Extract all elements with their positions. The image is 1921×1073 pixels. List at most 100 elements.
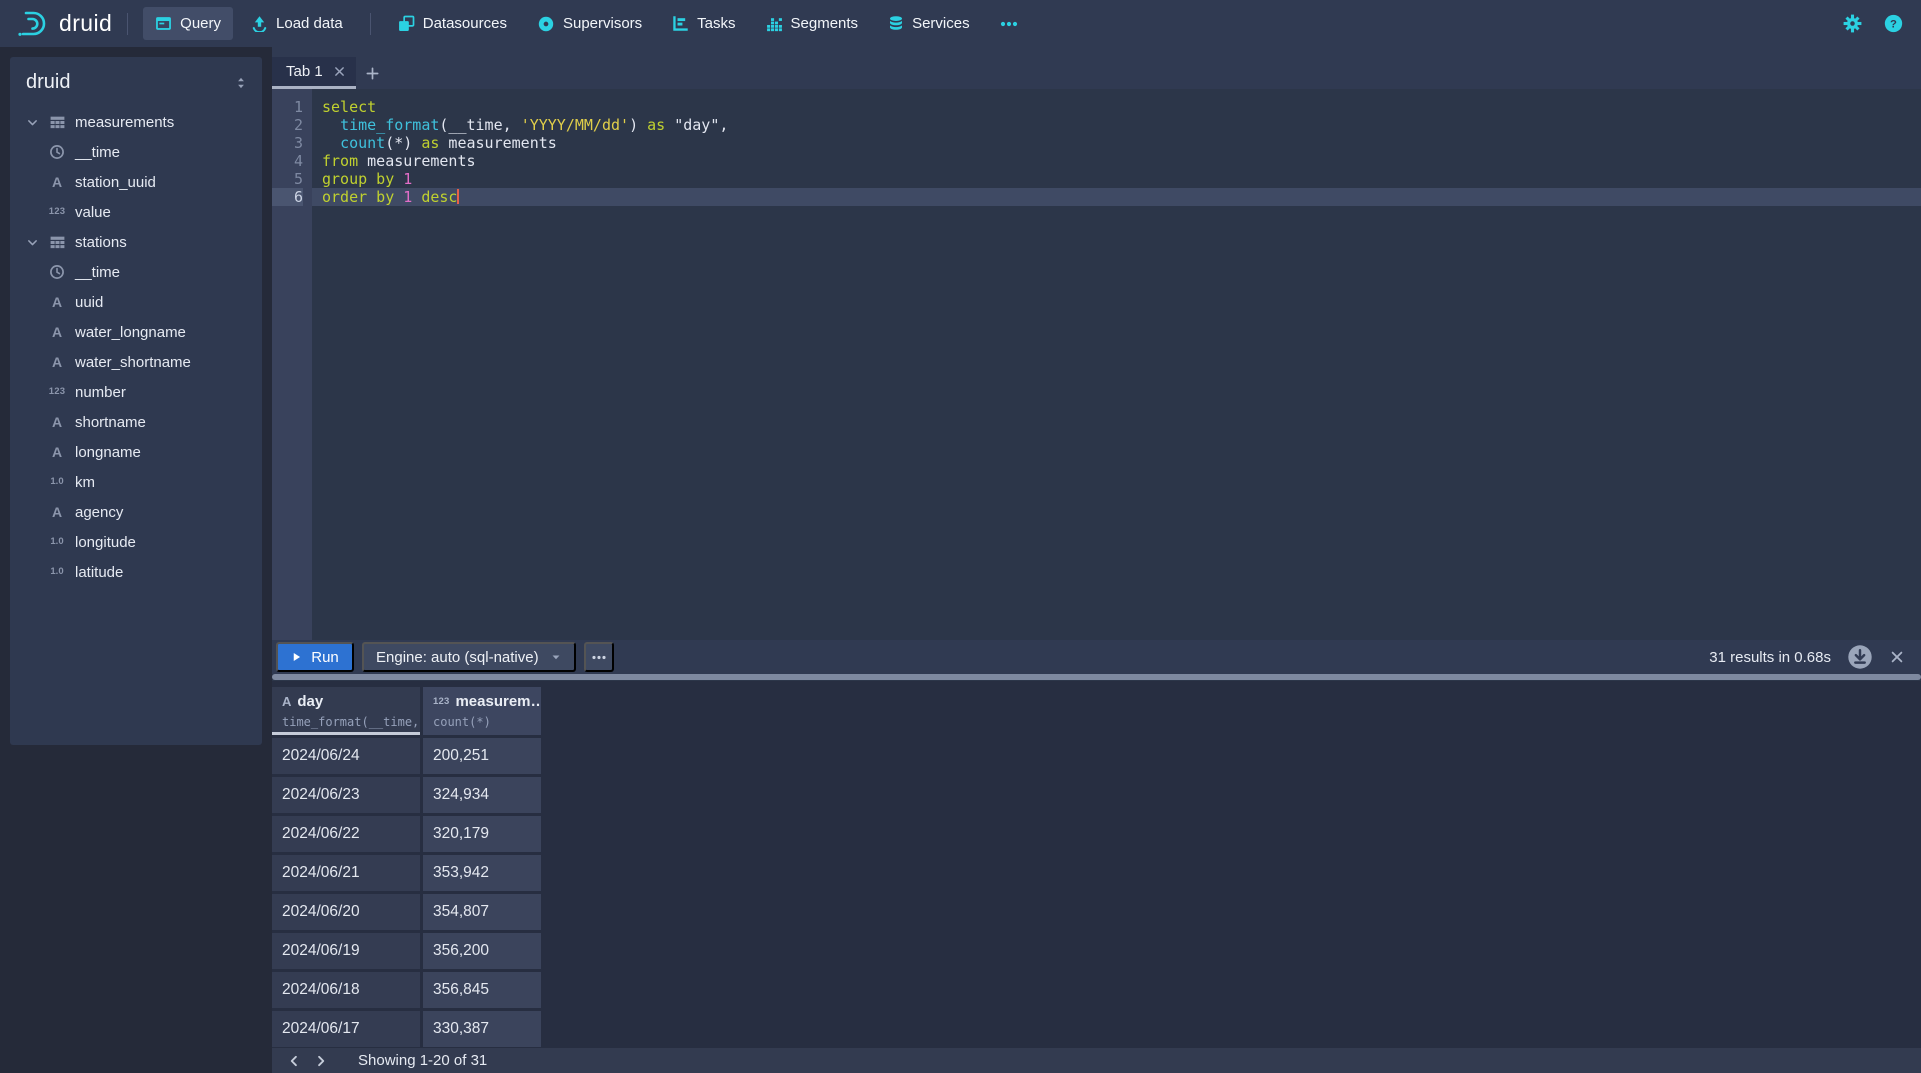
nav-item-services[interactable]: Services [876, 7, 982, 40]
tree-column-uuid[interactable]: Auuid [26, 287, 262, 317]
column-name: day [297, 693, 323, 710]
tree-table-measurements[interactable]: measurements [26, 107, 262, 137]
nav-items-right: Datasources Supervisors Tasks Segments S… [386, 7, 1030, 40]
editor-gutter: 123456 [272, 89, 312, 640]
tree-label: uuid [75, 294, 103, 311]
table-row: 2024/06/23324,934 [272, 777, 1921, 813]
druid-logo-icon [16, 9, 50, 39]
eye-icon [537, 15, 555, 33]
schema-sidebar: druid measurements __timeAstation_uuid12… [10, 57, 262, 745]
tree-column-latitude[interactable]: 1.0latitude [26, 557, 262, 587]
tree-column-station-uuid[interactable]: Astation_uuid [26, 167, 262, 197]
cell-measurements[interactable]: 354,807 [423, 894, 541, 930]
text-cursor [457, 189, 459, 204]
tree-column-value[interactable]: 123value [26, 197, 262, 227]
tree-column-number[interactable]: 123number [26, 377, 262, 407]
close-tab-icon[interactable] [333, 65, 346, 78]
results-info: 31 results in 0.68s [1709, 644, 1905, 670]
nav-item-load-data[interactable]: Load data [239, 7, 355, 40]
chevron-left-icon [287, 1054, 301, 1068]
code-line-6[interactable]: order by 1 desc [312, 188, 1921, 206]
download-results-icon[interactable] [1847, 644, 1873, 670]
line-number: 1 [272, 98, 303, 116]
close-results-icon[interactable] [1889, 649, 1905, 665]
sql-editor[interactable]: 123456 select time_format(__time, 'YYYY/… [272, 89, 1921, 640]
code-line-5[interactable]: group by 1 [312, 170, 1921, 188]
results-horizontal-scrollbar [272, 674, 1921, 681]
table-row: 2024/06/20354,807 [272, 894, 1921, 930]
settings-gear-icon[interactable] [1843, 14, 1862, 33]
editor-code-area[interactable]: select time_format(__time, 'YYYY/MM/dd')… [312, 89, 1921, 640]
cell-day[interactable]: 2024/06/20 [272, 894, 420, 930]
code-line-1[interactable]: select [312, 98, 1921, 116]
tree-column-longitude[interactable]: 1.0longitude [26, 527, 262, 557]
tree-table-stations[interactable]: stations [26, 227, 262, 257]
nav-item-datasources[interactable]: Datasources [386, 7, 519, 40]
nav-item-segments[interactable]: Segments [754, 7, 871, 40]
tree-column-water-longname[interactable]: Awater_longname [26, 317, 262, 347]
tree-label: number [75, 384, 126, 401]
cell-day[interactable]: 2024/06/21 [272, 855, 420, 891]
tree-label: km [75, 474, 95, 491]
tree-column--time[interactable]: __time [26, 137, 262, 167]
code-line-2[interactable]: time_format(__time, 'YYYY/MM/dd') as "da… [312, 116, 1921, 134]
chevron-down-icon [26, 236, 39, 249]
cell-measurements[interactable]: 353,942 [423, 855, 541, 891]
column-header-day[interactable]: A day time_format(__time, … [272, 687, 420, 735]
cell-day[interactable]: 2024/06/17 [272, 1011, 420, 1047]
table-icon [49, 234, 66, 251]
cell-day[interactable]: 2024/06/19 [272, 933, 420, 969]
cell-measurements[interactable]: 200,251 [423, 738, 541, 774]
run-button[interactable]: Run [276, 642, 354, 672]
tree-column-shortname[interactable]: Ashortname [26, 407, 262, 437]
tree-column-km[interactable]: 1.0km [26, 467, 262, 497]
application-icon [155, 15, 172, 32]
nav-item-supervisors[interactable]: Supervisors [525, 7, 654, 40]
nav-item-query[interactable]: Query [143, 7, 233, 40]
cell-day[interactable]: 2024/06/23 [272, 777, 420, 813]
tree-label: station_uuid [75, 174, 156, 191]
scrollbar-thumb[interactable] [272, 674, 1921, 680]
cell-measurements[interactable]: 324,934 [423, 777, 541, 813]
next-page-button[interactable] [307, 1048, 334, 1073]
tree-column--time[interactable]: __time [26, 257, 262, 287]
upload-icon [251, 15, 268, 32]
chevron-down-icon [26, 116, 39, 129]
nav-item-tasks[interactable]: Tasks [660, 7, 747, 40]
code-line-3[interactable]: count(*) as measurements [312, 134, 1921, 152]
brand-name: druid [59, 10, 112, 37]
druid-brand[interactable]: druid [16, 9, 112, 39]
results-info-text: 31 results in 0.68s [1709, 649, 1831, 666]
help-icon[interactable]: ? [1884, 14, 1903, 33]
navbar-divider [370, 13, 371, 35]
code-line-4[interactable]: from measurements [312, 152, 1921, 170]
query-more-button[interactable] [584, 642, 614, 672]
schema-selector[interactable]: druid [26, 71, 262, 94]
cell-measurements[interactable]: 330,387 [423, 1011, 541, 1047]
tree-column-longname[interactable]: Alongname [26, 437, 262, 467]
tree-column-agency[interactable]: Aagency [26, 497, 262, 527]
nav-item-label: Query [180, 15, 221, 32]
table-row: 2024/06/17330,387 [272, 1011, 1921, 1047]
more-dots-icon [591, 655, 607, 660]
column-header-measurements[interactable]: 123 measurem… count(*) [423, 687, 541, 735]
run-button-label: Run [311, 649, 339, 666]
query-tab[interactable]: Tab 1 [272, 57, 356, 89]
new-tab-button[interactable] [356, 57, 390, 89]
schema-tree: measurements __timeAstation_uuid123value… [26, 107, 262, 587]
cell-day[interactable]: 2024/06/24 [272, 738, 420, 774]
cell-day[interactable]: 2024/06/18 [272, 972, 420, 1008]
pagination-label: Showing 1-20 of 31 [358, 1052, 487, 1069]
column-name: measurem… [455, 693, 541, 710]
cell-measurements[interactable]: 356,845 [423, 972, 541, 1008]
engine-select-button[interactable]: Engine: auto (sql-native) [362, 642, 576, 672]
schema-name: druid [26, 71, 70, 94]
table-row: 2024/06/18356,845 [272, 972, 1921, 1008]
tree-column-water-shortname[interactable]: Awater_shortname [26, 347, 262, 377]
table-row: 2024/06/24200,251 [272, 738, 1921, 774]
previous-page-button[interactable] [280, 1048, 307, 1073]
cell-measurements[interactable]: 320,179 [423, 816, 541, 852]
cell-measurements[interactable]: 356,200 [423, 933, 541, 969]
nav-item-more[interactable] [988, 7, 1030, 40]
cell-day[interactable]: 2024/06/22 [272, 816, 420, 852]
